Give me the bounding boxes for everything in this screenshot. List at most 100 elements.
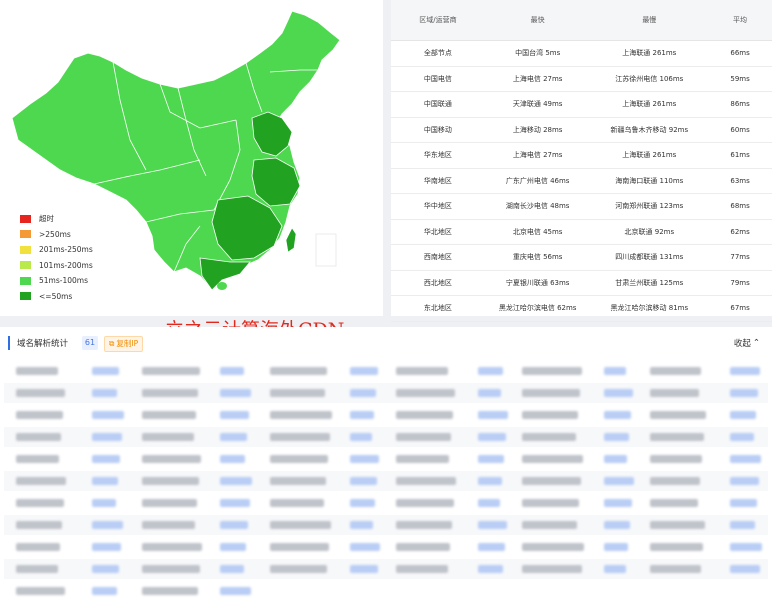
cell-region: 华北地区 (391, 219, 485, 245)
blurred-result-row (4, 471, 768, 491)
blurred-cell (650, 411, 706, 419)
dns-result-grid-blurred (0, 361, 772, 615)
blurred-cell (220, 477, 252, 485)
legend-label: 101ms-200ms (39, 260, 93, 270)
blurred-cell (16, 477, 66, 485)
blurred-cell (522, 367, 582, 375)
cell-average: 68ms (708, 193, 772, 220)
blurred-result-row (4, 515, 768, 535)
legend-swatch (20, 292, 31, 301)
blurred-result-row (4, 405, 768, 425)
blurred-cell (270, 389, 325, 397)
table-row: 西南地区 重庆电信 56ms 四川成都联通 131ms 77ms (391, 244, 772, 271)
blurred-cell (142, 477, 199, 485)
legend-swatch (20, 214, 31, 223)
blurred-cell (478, 521, 507, 529)
dns-stats-title: 域名解析统计 (17, 339, 69, 349)
blurred-cell (350, 389, 376, 397)
column-header-slowest: 最慢 (590, 0, 709, 41)
blurred-cell (220, 565, 244, 573)
blurred-result-row (4, 361, 768, 381)
legend-item-51-100[interactable]: 51ms-100ms (20, 273, 93, 289)
cell-region: 华中地区 (391, 193, 485, 220)
cell-region: 华东地区 (391, 142, 485, 169)
legend-item-101-200[interactable]: 101ms-200ms (20, 258, 93, 274)
cell-average: 77ms (708, 244, 772, 271)
blurred-cell (220, 587, 251, 595)
blurred-cell (478, 367, 503, 375)
blurred-cell (16, 521, 62, 529)
blurred-cell (92, 367, 119, 375)
legend-item-timeout[interactable]: 超时 (20, 211, 93, 227)
blurred-cell (350, 411, 374, 419)
blurred-cell (650, 455, 702, 463)
cell-slowest: 北京联通 92ms (590, 219, 709, 245)
cell-fastest: 上海电信 27ms (484, 66, 591, 92)
collapse-button[interactable]: 收起 ⌃ (734, 337, 760, 349)
blurred-cell (270, 433, 330, 441)
blurred-cell (142, 455, 201, 463)
blurred-cell (220, 521, 248, 529)
copy-ip-button[interactable]: ⧉ 复制IP (104, 336, 144, 352)
blurred-cell (730, 543, 762, 551)
blurred-cell (522, 499, 579, 507)
blurred-cell (92, 499, 116, 507)
cell-average: 86ms (708, 91, 772, 118)
blurred-cell (604, 521, 630, 529)
blurred-cell (142, 433, 194, 441)
blurred-cell (650, 389, 699, 397)
blurred-cell (730, 477, 759, 485)
blurred-result-row (4, 537, 768, 557)
blurred-cell (350, 455, 379, 463)
copy-icon: ⧉ (109, 339, 115, 348)
blurred-cell (350, 433, 372, 441)
blurred-cell (522, 477, 581, 485)
blurred-cell (604, 499, 632, 507)
blurred-cell (396, 565, 448, 573)
blurred-cell (270, 565, 327, 573)
cell-region: 华南地区 (391, 168, 485, 194)
blurred-result-row (4, 427, 768, 447)
blurred-cell (92, 477, 118, 485)
blurred-cell (478, 565, 503, 573)
blurred-cell (522, 543, 584, 551)
cell-fastest: 天津联通 49ms (484, 91, 591, 118)
blurred-cell (16, 455, 59, 463)
cell-region: 西南地区 (391, 244, 485, 271)
copy-ip-label: 复制IP (116, 339, 139, 348)
blurred-cell (16, 543, 60, 551)
legend-item-under-50[interactable]: <=50ms (20, 289, 93, 305)
cell-slowest: 新疆乌鲁木齐移动 92ms (590, 117, 709, 143)
cell-average: 62ms (708, 219, 772, 245)
blurred-cell (730, 411, 756, 419)
blurred-result-row (4, 449, 768, 469)
blurred-cell (270, 543, 329, 551)
blurred-cell (522, 411, 578, 419)
legend-item-201-250[interactable]: 201ms-250ms (20, 242, 93, 258)
blurred-cell (270, 499, 324, 507)
legend-label: >250ms (39, 229, 71, 239)
blurred-result-row (4, 559, 768, 579)
blurred-cell (396, 433, 451, 441)
cell-slowest: 上海联通 261ms (590, 91, 709, 118)
blurred-cell (730, 433, 754, 441)
blurred-cell (350, 477, 377, 485)
cell-average: 61ms (708, 142, 772, 169)
cell-fastest: 上海移动 28ms (484, 117, 591, 143)
blurred-cell (478, 455, 504, 463)
cell-average: 63ms (708, 168, 772, 194)
blurred-cell (220, 367, 244, 375)
blurred-cell (270, 455, 328, 463)
blurred-cell (478, 433, 506, 441)
blurred-cell (350, 367, 378, 375)
legend-item-over-250[interactable]: >250ms (20, 227, 93, 243)
blurred-cell (220, 389, 251, 397)
blurred-cell (16, 367, 58, 375)
blurred-cell (522, 565, 582, 573)
collapse-label: 收起 (733, 339, 751, 349)
cell-average: 60ms (708, 117, 772, 143)
blurred-result-row (4, 493, 768, 513)
dns-count-badge: 61 (82, 336, 98, 350)
cell-slowest: 上海联通 261ms (590, 142, 709, 169)
blurred-cell (730, 521, 755, 529)
